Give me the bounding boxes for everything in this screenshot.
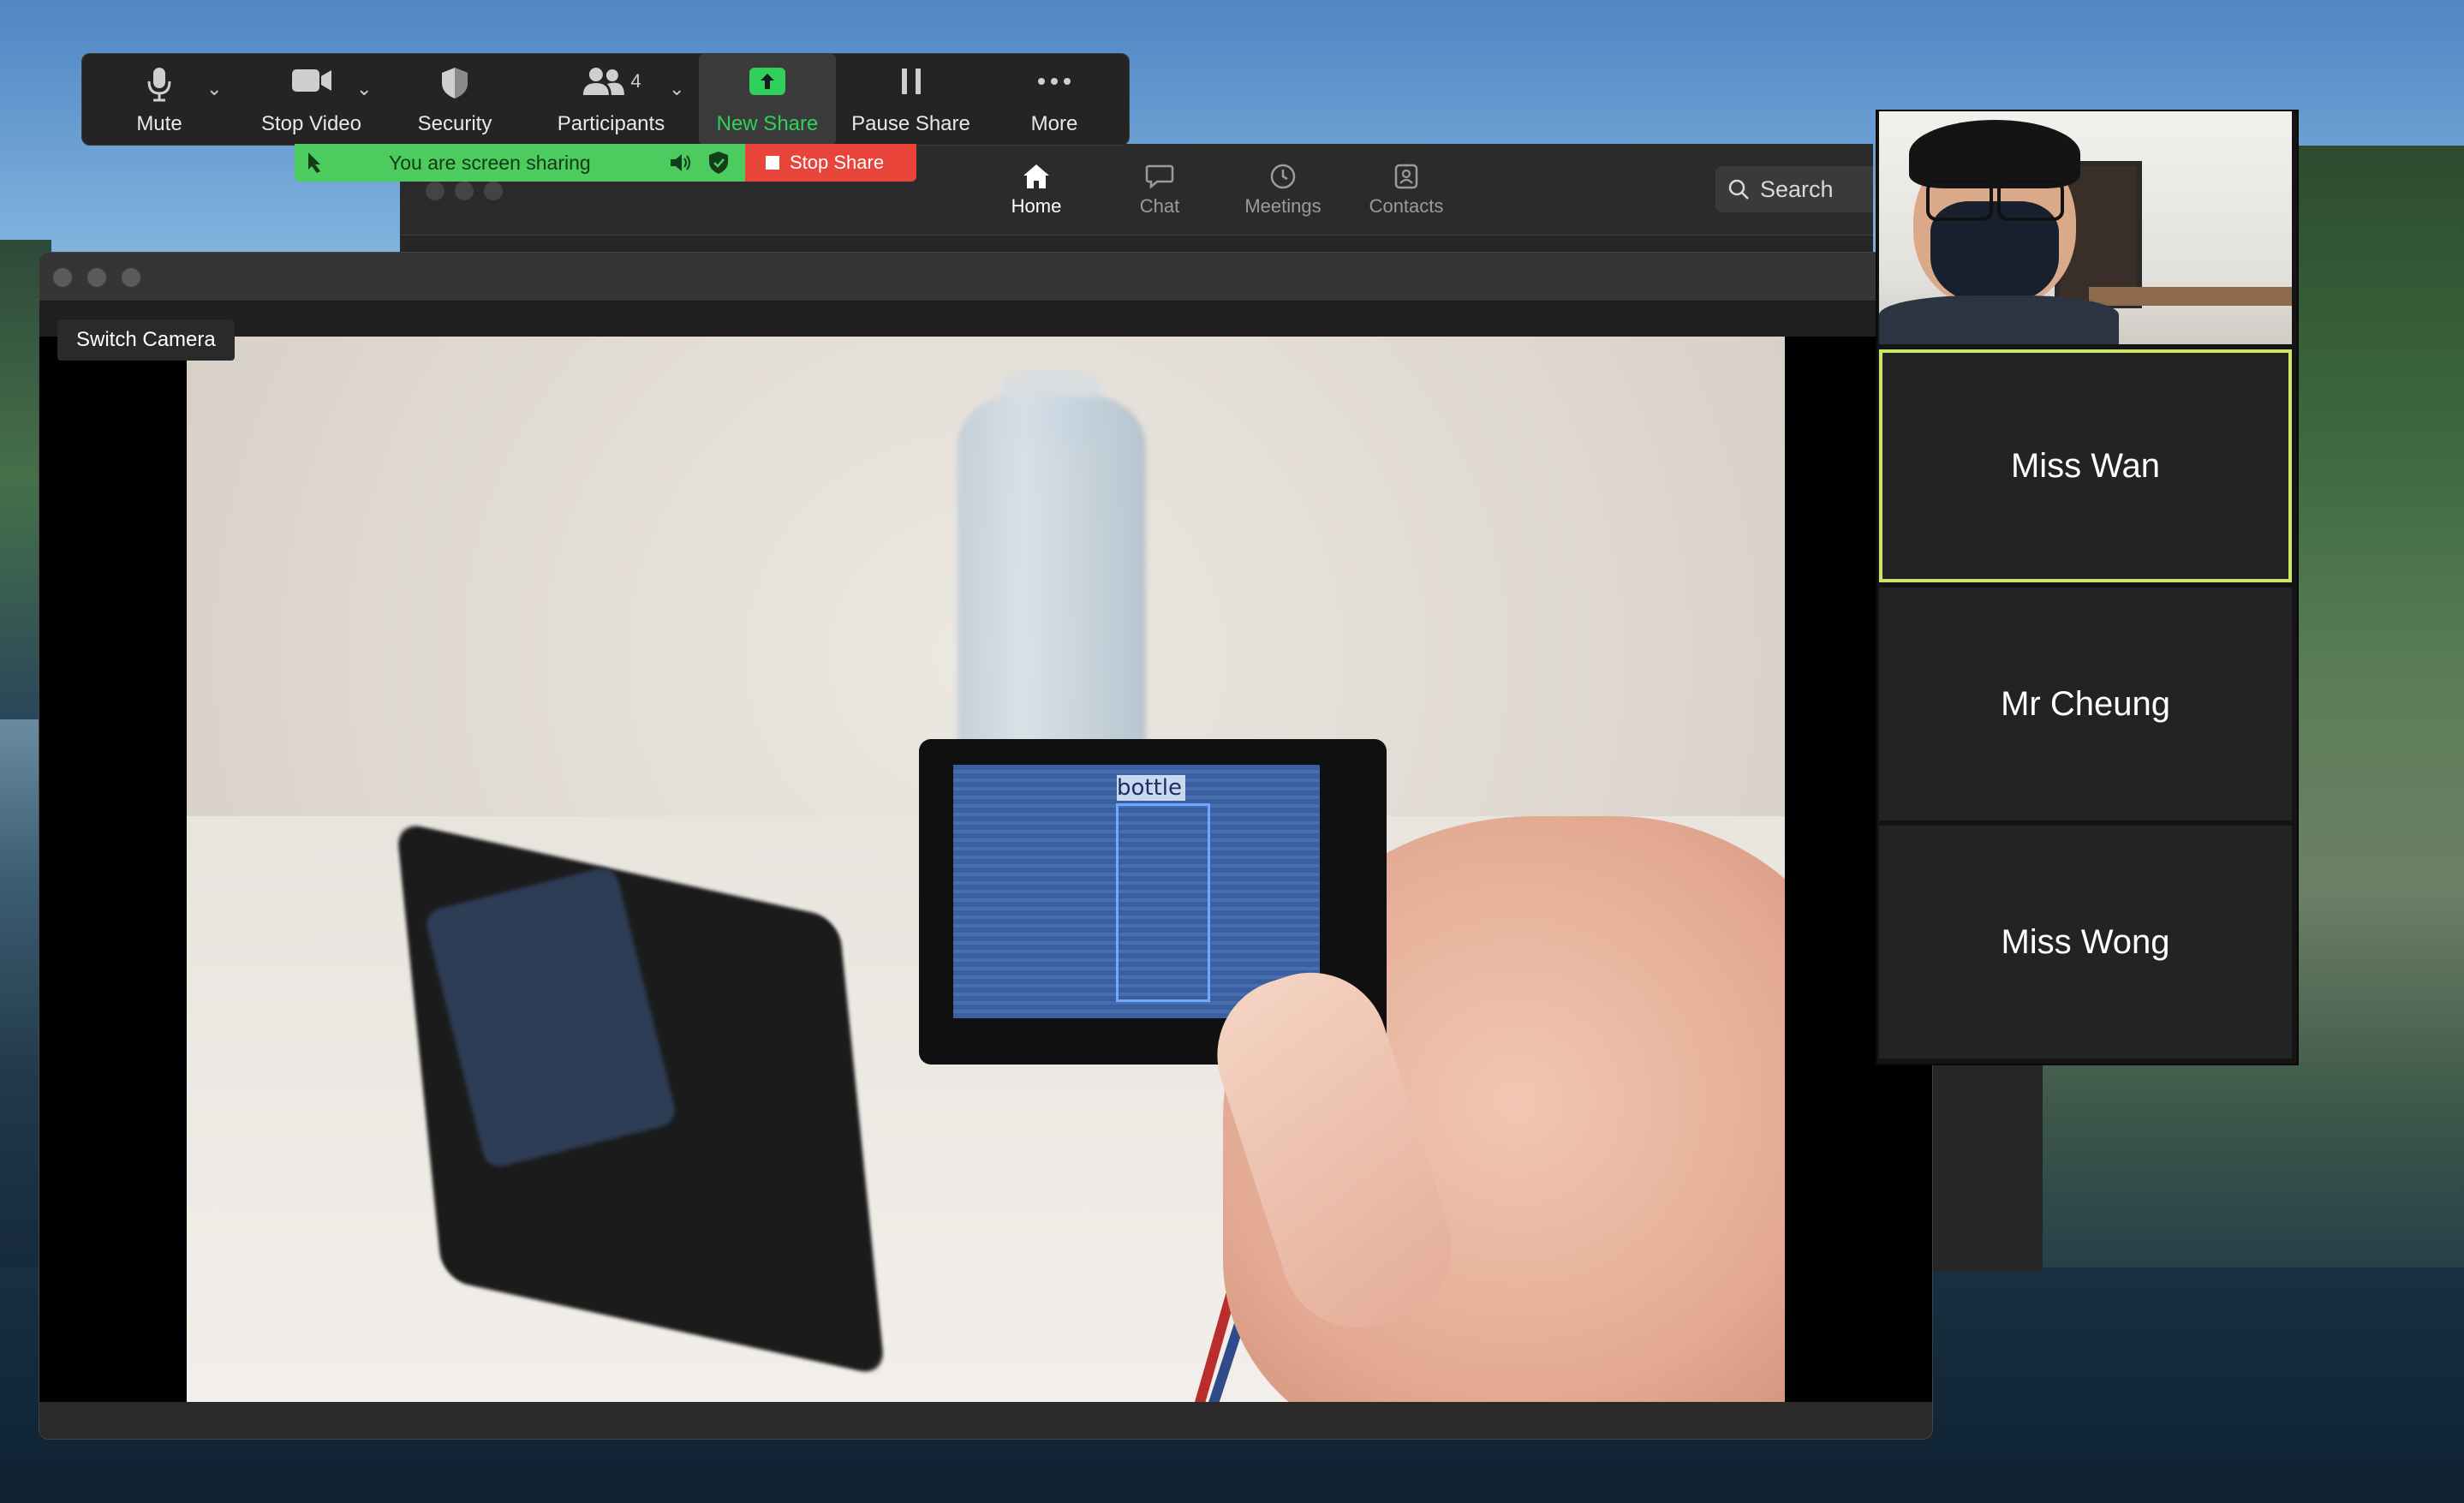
stop-video-button[interactable]: ⌄ Stop Video: [236, 54, 386, 145]
participant-count: 4: [630, 70, 641, 92]
participant-name: Miss Wong: [2001, 922, 2170, 961]
detection-label: bottle: [1117, 775, 1185, 801]
mute-label: Mute: [136, 112, 182, 135]
tab-chat-label: Chat: [1139, 195, 1180, 217]
mute-button[interactable]: ⌄ Mute: [82, 54, 236, 145]
new-share-button[interactable]: New Share: [699, 54, 836, 145]
meeting-toolbar: ⌄ Mute ⌄ Stop Video Security 4 ⌄ Partici…: [81, 53, 1130, 146]
participant-name: Mr Cheung: [2001, 684, 2170, 723]
camera-feed: bottle: [187, 337, 1785, 1402]
window-edge: [1931, 1062, 2043, 1272]
participant-tile-miss-wan[interactable]: Miss Wan: [1879, 349, 2292, 582]
video-camera-icon: [290, 66, 333, 101]
participants-label: Participants: [557, 112, 665, 135]
close-dot[interactable]: [53, 268, 72, 287]
mute-options-chevron-icon[interactable]: ⌄: [206, 78, 222, 100]
pause-icon: [898, 66, 924, 103]
screen-sharing-status: You are screen sharing: [389, 151, 591, 174]
participants-icon: 4: [581, 66, 641, 97]
chat-bubble-icon: [1113, 161, 1207, 192]
pause-share-label: Pause Share: [851, 112, 970, 135]
participant-tile-miss-wong[interactable]: Miss Wong: [1879, 826, 2292, 1059]
home-icon: [989, 161, 1083, 192]
security-button[interactable]: Security: [386, 54, 523, 145]
camera-window-titlebar: [39, 253, 1932, 301]
wall-shelf: [2089, 287, 2292, 306]
switch-camera-button[interactable]: Switch Camera: [57, 319, 235, 361]
pause-share-button[interactable]: Pause Share: [836, 54, 986, 145]
new-share-label: New Share: [716, 112, 819, 135]
self-video-tile[interactable]: [1879, 111, 2292, 344]
maximize-dot[interactable]: [122, 268, 140, 287]
detection-box: [1116, 803, 1210, 1002]
speaker-icon[interactable]: [668, 151, 692, 179]
tab-chat[interactable]: Chat: [1113, 161, 1207, 218]
shield-check-icon[interactable]: [707, 151, 730, 179]
share-arrow-icon: [748, 66, 787, 103]
camera-window: bottle Switch Camera: [39, 252, 1933, 1440]
participant-name: Miss Wan: [2010, 446, 2161, 485]
tab-meetings-label: Meetings: [1244, 195, 1321, 217]
search-label: Search: [1760, 176, 1834, 202]
glasses-right: [1997, 180, 2064, 221]
close-dot[interactable]: [426, 182, 444, 200]
hair: [1909, 120, 2080, 188]
tab-contacts[interactable]: Contacts: [1359, 161, 1453, 218]
clock-icon: [1236, 161, 1330, 192]
video-options-chevron-icon[interactable]: ⌄: [356, 78, 372, 100]
search-icon: [1727, 178, 1750, 200]
more-button[interactable]: More: [986, 54, 1123, 145]
stop-square-icon: [766, 156, 779, 170]
more-dots-icon: [1035, 66, 1073, 103]
camera-window-footer: [39, 1402, 1932, 1439]
tab-contacts-label: Contacts: [1369, 195, 1444, 217]
shirt: [1879, 295, 2119, 344]
glasses-left: [1926, 180, 1993, 221]
contacts-icon: [1359, 161, 1453, 192]
security-label: Security: [417, 112, 492, 135]
screen-sharing-banner: You are screen sharing: [295, 144, 745, 182]
tab-meetings[interactable]: Meetings: [1236, 161, 1330, 218]
maximize-dot[interactable]: [484, 182, 503, 200]
participants-options-chevron-icon[interactable]: ⌄: [669, 78, 684, 100]
microphone-icon: [146, 66, 172, 108]
minimize-dot[interactable]: [87, 268, 106, 287]
shield-icon: [439, 66, 470, 106]
tab-home-label: Home: [1011, 195, 1062, 217]
participant-tile-mr-cheung[interactable]: Mr Cheung: [1879, 587, 2292, 820]
stop-share-button[interactable]: Stop Share: [745, 144, 916, 182]
stop-video-label: Stop Video: [261, 112, 361, 135]
tab-home[interactable]: Home: [989, 161, 1083, 218]
stop-share-label: Stop Share: [790, 152, 885, 173]
drag-handle-icon[interactable]: [303, 149, 329, 179]
search-input[interactable]: Search: [1715, 166, 1873, 212]
more-label: More: [1030, 112, 1078, 135]
minimize-dot[interactable]: [455, 182, 474, 200]
participants-button[interactable]: 4 ⌄ Participants: [523, 54, 699, 145]
